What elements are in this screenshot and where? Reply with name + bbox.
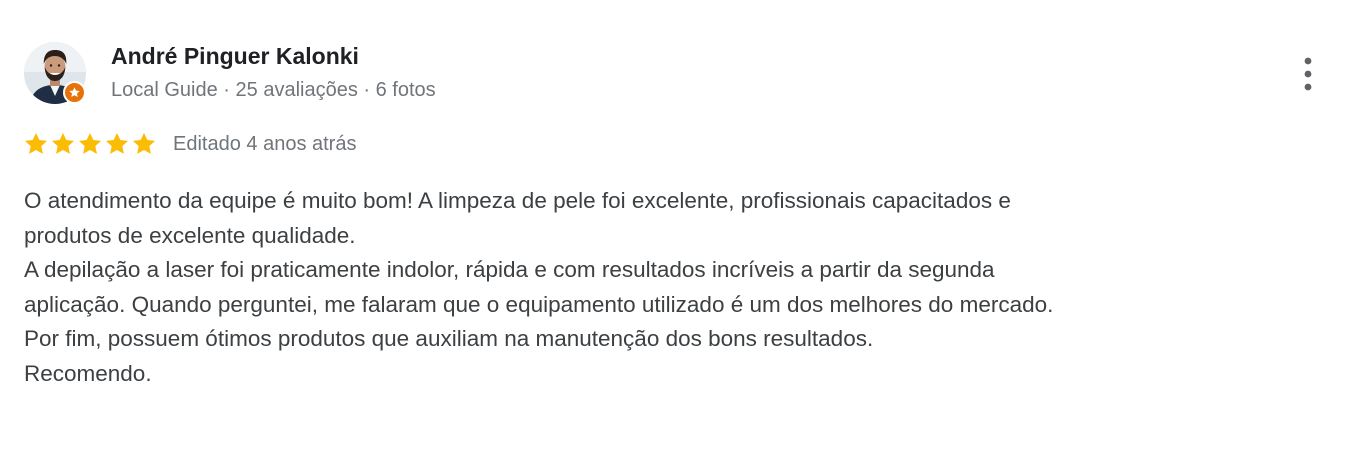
review-text-line: Recomendo. <box>24 360 152 386</box>
more-vertical-icon <box>1304 57 1312 91</box>
review-text: O atendimento da equipe é muito bom! A l… <box>24 184 1344 391</box>
author-name[interactable]: André Pinguer Kalonki <box>111 42 359 70</box>
meta-separator: · <box>217 79 236 101</box>
review-card: André Pinguer Kalonki Local Guide · 25 a… <box>0 0 1364 454</box>
review-time: Editado 4 anos atrás <box>173 133 357 155</box>
local-guide-label: Local Guide <box>111 79 218 101</box>
review-text-line: aplicação. Quando perguntei, me falaram … <box>24 291 1054 317</box>
more-options-button[interactable] <box>1290 50 1326 98</box>
star-icon <box>51 132 75 154</box>
rating-row: Editado 4 anos atrás <box>23 130 356 158</box>
review-count: 25 avaliações <box>235 79 358 101</box>
review-text-line: produtos de excelente qualidade. <box>24 222 356 248</box>
avatar[interactable] <box>24 42 86 104</box>
star-icon <box>24 132 48 154</box>
meta-separator: · <box>357 79 376 101</box>
photo-count: 6 fotos <box>375 79 436 101</box>
review-text-line: O atendimento da equipe é muito bom! A l… <box>24 188 1011 213</box>
star-rating <box>23 131 157 157</box>
local-guide-star-icon <box>63 81 86 104</box>
star-icon <box>78 132 102 154</box>
star-icon <box>132 132 156 154</box>
review-text-line: Por fim, possuem ótimos produtos que aux… <box>24 326 874 351</box>
author-meta: Local Guide · 25 avaliações · 6 fotos <box>111 77 436 103</box>
star-icon <box>105 132 129 154</box>
review-text-line: A depilação a laser foi praticamente ind… <box>24 257 995 282</box>
